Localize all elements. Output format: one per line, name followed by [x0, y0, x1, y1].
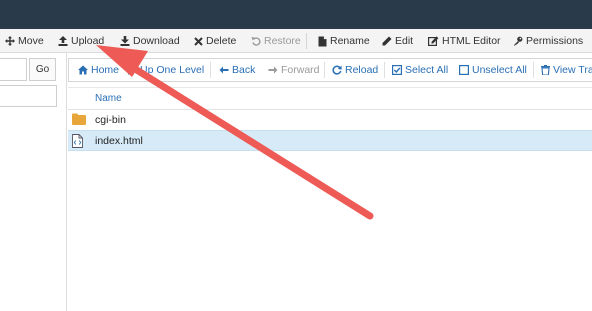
- edit-label: Edit: [395, 35, 414, 47]
- download-icon: [120, 36, 130, 46]
- back-button[interactable]: Back: [219, 59, 255, 81]
- unselect-all-button[interactable]: Unselect All: [459, 59, 527, 81]
- nav-divider: [533, 62, 534, 78]
- arrow-right-icon: [268, 66, 278, 74]
- restore-button[interactable]: Restore: [251, 29, 301, 53]
- restore-label: Restore: [264, 35, 301, 47]
- top-header-bar: [0, 0, 592, 29]
- home-icon: [78, 65, 88, 75]
- back-label: Back: [232, 64, 256, 76]
- checkbox-empty-icon: [459, 65, 469, 75]
- upload-label: Upload: [71, 35, 105, 47]
- nav-divider: [324, 62, 325, 78]
- pencil-icon: [382, 36, 392, 46]
- file-table-header: Name: [68, 87, 592, 110]
- move-label: Move: [18, 35, 44, 47]
- close-icon: [194, 36, 203, 46]
- arrow-left-icon: [219, 66, 229, 74]
- forward-button[interactable]: Forward: [268, 59, 320, 81]
- directory-sidebar: Go: [0, 53, 67, 311]
- reload-label: Reload: [345, 64, 379, 76]
- view-trash-button[interactable]: View Trash: [541, 59, 592, 81]
- upload-icon: [58, 36, 68, 46]
- html-editor-label: HTML Editor: [442, 35, 501, 47]
- file-name: cgi-bin: [95, 114, 126, 126]
- home-label: Home: [91, 64, 120, 76]
- level-up-icon: [128, 65, 137, 75]
- toolbar-divider: [306, 33, 307, 49]
- rename-button[interactable]: Rename: [318, 29, 370, 53]
- up-one-level-label: Up One Level: [140, 64, 205, 76]
- navigation-bar: Home Up One Level Back Forward Reload Se…: [68, 58, 592, 82]
- select-all-label: Select All: [405, 64, 449, 76]
- permissions-label: Permissions: [526, 35, 584, 47]
- delete-label: Delete: [206, 35, 237, 47]
- rename-label: Rename: [330, 35, 370, 47]
- column-header-name[interactable]: Name: [95, 93, 122, 104]
- key-icon: [513, 36, 523, 46]
- file-icon: [318, 36, 327, 46]
- select-all-button[interactable]: Select All: [392, 59, 448, 81]
- permissions-button[interactable]: Permissions: [513, 29, 583, 53]
- view-trash-label: View Trash: [553, 64, 592, 76]
- trash-icon: [541, 65, 550, 75]
- directory-tree[interactable]: [0, 85, 57, 107]
- move-icon: [5, 36, 15, 46]
- html-editor-button[interactable]: HTML Editor: [428, 29, 501, 53]
- edit-square-icon: [428, 36, 439, 46]
- upload-button[interactable]: Upload: [58, 29, 104, 53]
- forward-label: Forward: [281, 64, 320, 76]
- go-button[interactable]: Go: [29, 58, 56, 81]
- nav-divider: [384, 62, 385, 78]
- edit-button[interactable]: Edit: [382, 29, 413, 53]
- delete-button[interactable]: Delete: [194, 29, 236, 53]
- table-row[interactable]: cgi-bin: [68, 110, 592, 131]
- undo-icon: [251, 37, 261, 46]
- nav-divider: [210, 62, 211, 78]
- unselect-all-label: Unselect All: [472, 64, 527, 76]
- up-one-level-button[interactable]: Up One Level: [127, 59, 204, 81]
- download-label: Download: [133, 35, 180, 47]
- table-row[interactable]: index.html: [68, 130, 592, 151]
- folder-icon: [72, 113, 86, 128]
- file-toolbar: Move Upload Download Delete Restore Rena…: [0, 29, 592, 53]
- download-button[interactable]: Download: [120, 29, 180, 53]
- reload-icon: [332, 65, 342, 75]
- home-button[interactable]: Home: [78, 59, 119, 81]
- html-file-icon: [72, 134, 83, 151]
- move-button[interactable]: Move: [5, 29, 44, 53]
- checkbox-checked-icon: [392, 65, 402, 75]
- file-name: index.html: [95, 135, 143, 147]
- path-input[interactable]: [0, 58, 27, 81]
- reload-button[interactable]: Reload: [332, 59, 378, 81]
